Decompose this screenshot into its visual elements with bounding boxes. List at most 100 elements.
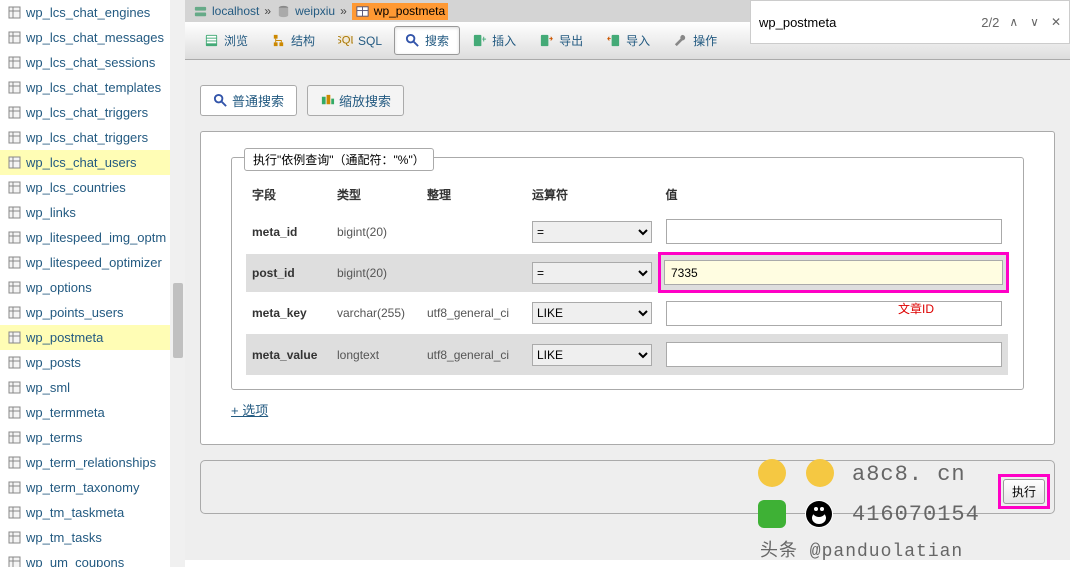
col-header-collation: 整理	[421, 178, 526, 211]
row-meta_value: meta_valuelongtextutf8_general_ciLIKE	[246, 334, 1008, 375]
sidebar-item-wp_sml[interactable]: wp_sml	[0, 375, 185, 400]
value-input-post_id[interactable]	[664, 260, 1003, 285]
breadcrumb-sep: »	[264, 4, 271, 18]
value-input-meta_key[interactable]	[666, 301, 1002, 326]
table-label: wp_terms	[26, 430, 82, 445]
sidebar-item-wp_lcs_chat_messages[interactable]: wp_lcs_chat_messages	[0, 25, 185, 50]
table-label: wp_litespeed_img_optm	[26, 230, 166, 245]
breadcrumb-table[interactable]: wp_postmeta	[352, 3, 448, 20]
sidebar-item-wp_lcs_chat_engines[interactable]: wp_lcs_chat_engines	[0, 0, 185, 25]
search-table: 字段 类型 整理 运算符 值 meta_idbigint(20)=post_id…	[246, 178, 1009, 375]
operator-select-post_id[interactable]: =	[532, 262, 652, 284]
table-label: wp_lcs_chat_triggers	[26, 105, 148, 120]
table-label: wp_lcs_chat_triggers	[26, 130, 148, 145]
table-label: wp_lcs_chat_sessions	[26, 55, 155, 70]
find-prev-icon[interactable]: ∧	[1009, 15, 1018, 29]
table-icon	[8, 156, 21, 169]
find-bar: 2/2 ∧ ∨ ✕	[750, 0, 1070, 44]
sidebar-item-wp_points_users[interactable]: wp_points_users	[0, 300, 185, 325]
sidebar-item-wp_litespeed_optimizer[interactable]: wp_litespeed_optimizer	[0, 250, 185, 275]
import-icon	[606, 33, 621, 48]
tab-sql[interactable]: SQLSQL	[327, 27, 393, 54]
table-label: wp_lcs_chat_engines	[26, 5, 150, 20]
sidebar-item-wp_options[interactable]: wp_options	[0, 275, 185, 300]
sidebar-thumb[interactable]	[173, 283, 183, 358]
sidebar: wp_lcs_chat_engines wp_lcs_chat_messagesw…	[0, 0, 185, 567]
field-type: varchar(255)	[331, 292, 421, 335]
tab-insert[interactable]: 插入	[461, 26, 527, 55]
breadcrumb-database[interactable]: weipxiu	[276, 4, 335, 19]
sidebar-item-wp_litespeed_img_optm[interactable]: wp_litespeed_img_optm	[0, 225, 185, 250]
export-icon	[539, 33, 554, 48]
col-header-value: 值	[660, 178, 1008, 211]
table-icon	[8, 206, 21, 219]
table-icon	[8, 181, 21, 194]
sidebar-scrollbar[interactable]	[170, 0, 185, 567]
sidebar-item-wp_posts[interactable]: wp_posts	[0, 350, 185, 375]
field-type: bigint(20)	[331, 254, 421, 292]
content-area: 普通搜索 缩放搜索 执行"依例查询"（通配符："%"） 字段 类型 整理 运算符…	[185, 60, 1070, 560]
table-icon	[355, 4, 370, 19]
table-label: wp_posts	[26, 355, 81, 370]
table-icon	[8, 506, 21, 519]
field-name: meta_key	[246, 292, 331, 335]
find-close-icon[interactable]: ✕	[1051, 15, 1061, 29]
sidebar-item-wp_termmeta[interactable]: wp_termmeta	[0, 400, 185, 425]
tab-structure[interactable]: 结构	[260, 26, 326, 55]
svg-text:SQL: SQL	[338, 34, 353, 46]
table-icon	[8, 81, 21, 94]
table-label: wp_postmeta	[26, 330, 103, 345]
zoom-icon	[320, 93, 335, 108]
table-icon	[8, 481, 21, 494]
sidebar-item-wp_term_taxonomy[interactable]: wp_term_taxonomy	[0, 475, 185, 500]
execute-button[interactable]: 执行	[1003, 479, 1045, 504]
tab-export[interactable]: 导出	[528, 26, 594, 55]
field-collation: utf8_general_ci	[421, 334, 526, 375]
operator-select-meta_key[interactable]: LIKE	[532, 302, 652, 324]
table-label: wp_options	[26, 280, 92, 295]
table-icon	[8, 531, 21, 544]
sidebar-item-wp_lcs_chat_triggers[interactable]: wp_lcs_chat_triggers	[0, 125, 185, 150]
col-header-field: 字段	[246, 178, 331, 211]
value-input-meta_value[interactable]	[666, 342, 1002, 367]
table-label: wp_lcs_chat_templates	[26, 80, 161, 95]
find-input[interactable]	[759, 15, 971, 30]
sidebar-item-wp_terms[interactable]: wp_terms	[0, 425, 185, 450]
sidebar-item-wp_lcs_chat_templates[interactable]: wp_lcs_chat_templates	[0, 75, 185, 100]
table-label: wp_um_coupons	[26, 555, 124, 567]
row-post_id: post_idbigint(20)=	[246, 254, 1008, 292]
sidebar-item-wp_postmeta[interactable]: wp_postmeta	[0, 325, 185, 350]
sidebar-item-wp_term_relationships[interactable]: wp_term_relationships	[0, 450, 185, 475]
structure-icon	[271, 33, 286, 48]
value-input-meta_id[interactable]	[666, 219, 1002, 244]
sidebar-item-wp_lcs_countries[interactable]: wp_lcs_countries	[0, 175, 185, 200]
table-icon	[8, 406, 21, 419]
row-meta_key: meta_keyvarchar(255)utf8_general_ciLIKE	[246, 292, 1008, 335]
sidebar-item-wp_links[interactable]: wp_links	[0, 200, 185, 225]
sidebar-item-wp_um_coupons[interactable]: wp_um_coupons	[0, 550, 185, 567]
row-meta_id: meta_idbigint(20)=	[246, 211, 1008, 254]
tab-import[interactable]: 导入	[595, 26, 661, 55]
find-next-icon[interactable]: ∨	[1030, 15, 1039, 29]
sidebar-item-wp_lcs_chat_sessions[interactable]: wp_lcs_chat_sessions	[0, 50, 185, 75]
table-label: wp_points_users	[26, 305, 124, 320]
table-icon	[8, 56, 21, 69]
options-link[interactable]: + 选项	[231, 400, 268, 419]
sidebar-item-wp_tm_tasks[interactable]: wp_tm_tasks	[0, 525, 185, 550]
tab-search[interactable]: 搜索	[394, 26, 460, 55]
search-tab-zoom[interactable]: 缩放搜索	[307, 85, 404, 116]
operator-select-meta_value[interactable]: LIKE	[532, 344, 652, 366]
tab-browse[interactable]: 浏览	[193, 26, 259, 55]
field-type: bigint(20)	[331, 211, 421, 254]
tab-operations[interactable]: 操作	[662, 26, 728, 55]
operator-select-meta_id[interactable]: =	[532, 221, 652, 243]
table-icon	[8, 131, 21, 144]
sidebar-item-wp_lcs_chat_triggers[interactable]: wp_lcs_chat_triggers	[0, 100, 185, 125]
sidebar-item-wp_tm_taskmeta[interactable]: wp_tm_taskmeta	[0, 500, 185, 525]
breadcrumb-server[interactable]: localhost	[193, 4, 259, 19]
main-content: 2/2 ∧ ∨ ✕ localhost » weipxiu » wp_postm…	[185, 0, 1070, 560]
table-icon	[8, 306, 21, 319]
sidebar-item-wp_lcs_chat_users[interactable]: wp_lcs_chat_users	[0, 150, 185, 175]
table-label: wp_term_relationships	[26, 455, 156, 470]
search-tab-normal[interactable]: 普通搜索	[200, 85, 297, 116]
